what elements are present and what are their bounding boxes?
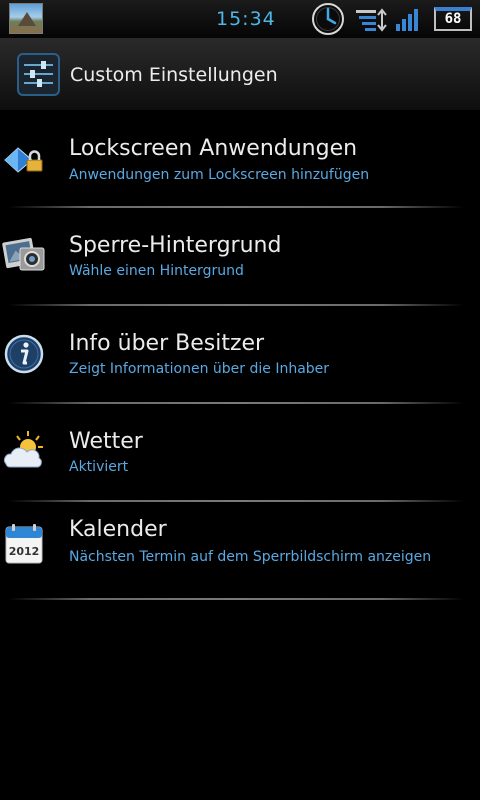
list-item-owner-info[interactable]: Info über Besitzer Zeigt Informationen ü… (0, 306, 480, 404)
calendar-year: 2012 (9, 545, 40, 558)
item-summary: Zeigt Informationen über die Inhaber (69, 361, 330, 377)
page-title: Custom Einstellungen (70, 64, 278, 86)
item-summary: Aktiviert (69, 459, 129, 475)
settings-sliders-icon[interactable] (17, 53, 60, 96)
calendar-icon: 2012 (5, 524, 43, 564)
item-title: Kalender (69, 517, 167, 542)
data-sync-icon (356, 8, 387, 32)
item-summary: Anwendungen zum Lockscreen hinzufügen (69, 167, 370, 183)
lock-diamond-icon (4, 147, 43, 173)
action-bar: Custom Einstellungen (0, 38, 480, 110)
wallpaper-icon (2, 237, 45, 271)
notification-thumbnail-icon[interactable] (9, 3, 43, 34)
list-item-weather[interactable]: Wetter Aktiviert (0, 404, 480, 502)
item-title: Wetter (69, 429, 143, 454)
list-item-calendar[interactable]: 2012 Kalender Nächsten Termin auf dem Sp… (0, 502, 480, 600)
divider (8, 598, 464, 600)
settings-list: Lockscreen Anwendungen Anwendungen zum L… (0, 110, 480, 600)
info-icon (4, 334, 44, 374)
battery-icon: 68 (434, 7, 472, 31)
status-clock: 15:34 (216, 8, 276, 30)
alarm-clock-icon (312, 3, 344, 35)
list-item-lock-wallpaper[interactable]: Sperre-Hintergrund Wähle einen Hintergru… (0, 208, 480, 306)
item-title: Sperre-Hintergrund (69, 233, 282, 258)
item-summary: Wähle einen Hintergrund (69, 263, 244, 279)
list-item-lockscreen-apps[interactable]: Lockscreen Anwendungen Anwendungen zum L… (0, 110, 480, 208)
item-title: Info über Besitzer (69, 331, 265, 356)
item-summary: Nächsten Termin auf dem Sperrbildschirm … (69, 549, 432, 565)
status-bar: 15:34 68 (0, 0, 480, 38)
signal-strength-icon (396, 9, 418, 31)
item-title: Lockscreen Anwendungen (69, 136, 358, 161)
weather-icon (4, 431, 43, 468)
